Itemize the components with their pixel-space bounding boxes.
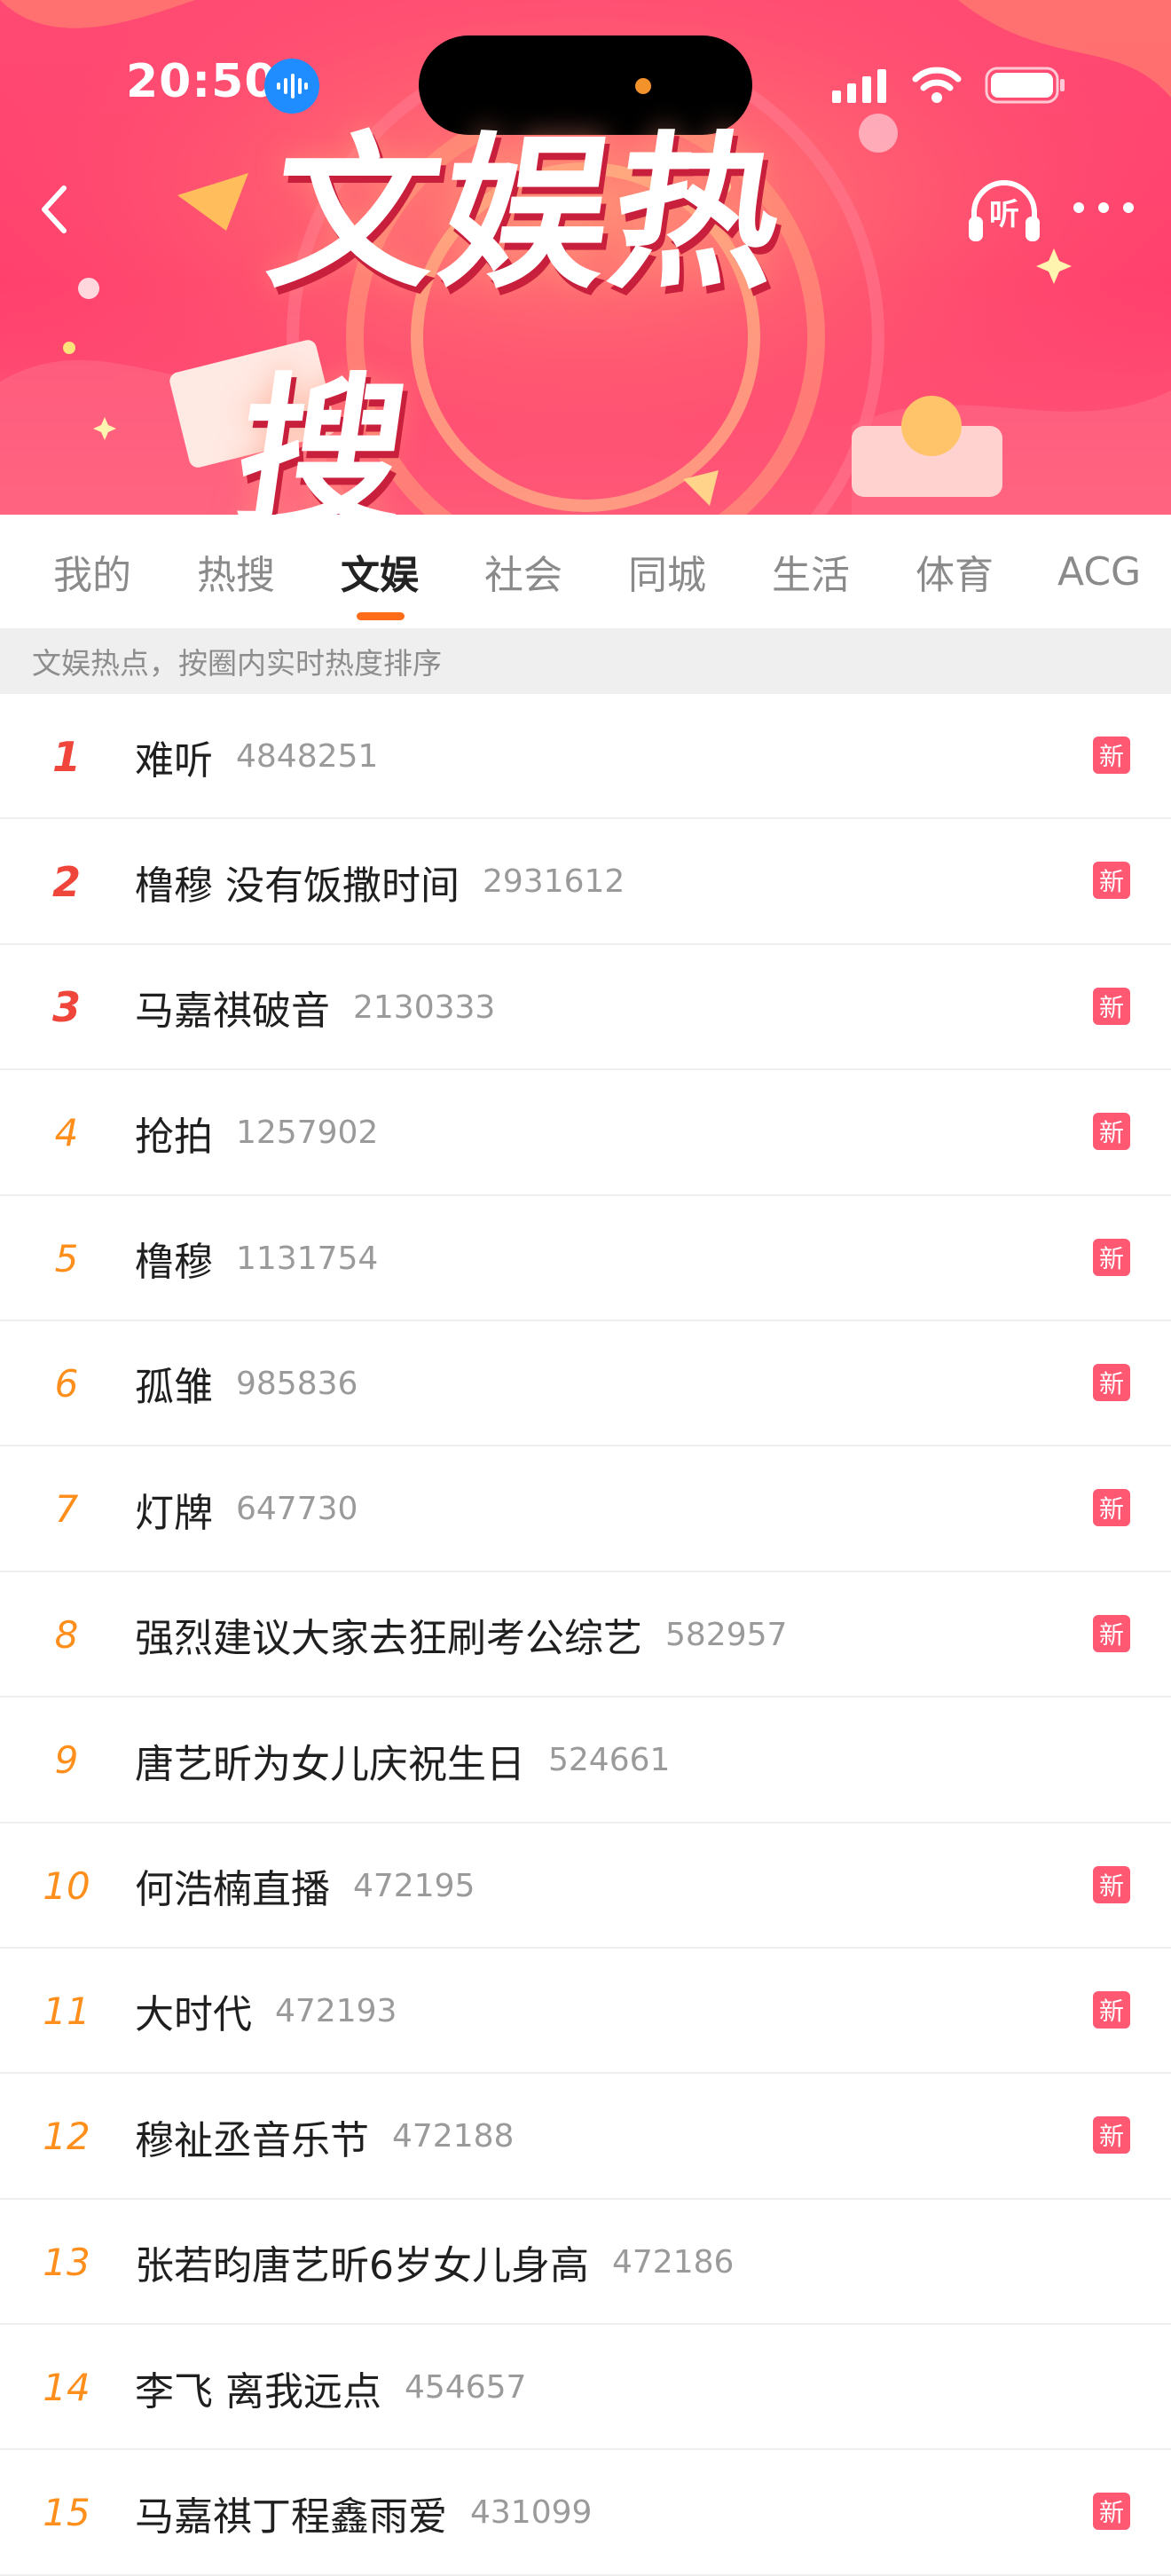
category-tabs: 我的 热搜 文娱 社会 同城 生活 体育 ACG <box>0 515 1171 628</box>
heat-count: 454657 <box>405 2369 527 2407</box>
topic-title: 马嘉祺破音 <box>135 989 330 1035</box>
more-dots-icon[interactable] <box>1070 190 1137 225</box>
heat-count: 1131754 <box>236 1240 379 1277</box>
tab-life[interactable]: 生活 <box>772 515 850 628</box>
new-badge: 新 <box>1093 737 1130 774</box>
page-title: 文娱热搜 <box>224 117 928 515</box>
new-badge: 新 <box>1093 2116 1130 2155</box>
heat-count: 1257902 <box>236 1115 379 1152</box>
heat-count: 472186 <box>612 2243 735 2281</box>
list-item[interactable]: 15 马嘉祺丁程鑫雨爱 431099 新 <box>0 2450 1171 2576</box>
rank-number: 13 <box>43 2240 90 2284</box>
new-badge: 新 <box>1093 1990 1130 2029</box>
listen-button[interactable]: 听 <box>965 176 1043 247</box>
list-item[interactable]: 10 何浩楠直播 472195 新 <box>0 1824 1171 1949</box>
list-item[interactable]: 1 难听 4848251 新 <box>0 694 1171 820</box>
topic-title: 何浩楠直播 <box>135 1867 330 1913</box>
rank-number: 14 <box>43 2366 90 2410</box>
new-badge: 新 <box>1093 1865 1130 1903</box>
list-item[interactable]: 7 灯牌 647730 新 <box>0 1446 1171 1572</box>
rank-number: 12 <box>43 2115 90 2159</box>
list-item[interactable]: 5 橹穆 1131754 新 <box>0 1196 1171 1321</box>
topic-title: 强烈建议大家去狂刷考公综艺 <box>135 1616 642 1662</box>
listen-label: 听 <box>989 196 1019 232</box>
tab-local[interactable]: 同城 <box>628 515 706 628</box>
new-badge: 新 <box>1093 1238 1130 1276</box>
chevron-left-icon[interactable] <box>20 174 90 245</box>
rank-number: 15 <box>43 2491 90 2535</box>
list-item[interactable]: 14 李飞 离我远点 454657 <box>0 2325 1171 2451</box>
new-badge: 新 <box>1093 862 1130 900</box>
header-banner: 20:50 听 <box>0 0 1171 515</box>
topic-title: 张若昀唐艺昕6岁女儿身高 <box>135 2243 589 2289</box>
hot-search-list: 1 难听 4848251 新 2 橹穆 没有饭撒时间 2931612 新 3 马嘉祺… <box>0 694 1171 2576</box>
rank-number: 7 <box>54 1487 79 1532</box>
new-badge: 新 <box>1093 2493 1130 2531</box>
topic-title: 灯牌 <box>135 1490 213 1536</box>
new-badge: 新 <box>1093 1614 1130 1652</box>
rank-number: 4 <box>54 1111 79 1155</box>
topic-title: 橹穆 没有饭撒时间 <box>135 863 460 909</box>
tab-entertainment[interactable]: 文娱 <box>341 515 419 628</box>
topic-title: 大时代 <box>135 1992 252 2038</box>
heat-count: 2931612 <box>483 863 625 901</box>
heat-count: 582957 <box>665 1616 788 1653</box>
list-item[interactable]: 3 马嘉祺破音 2130333 新 <box>0 945 1171 1071</box>
topic-title: 孤雏 <box>135 1365 213 1411</box>
new-badge: 新 <box>1093 1113 1130 1151</box>
tab-society[interactable]: 社会 <box>484 515 562 628</box>
active-tab-indicator <box>357 612 405 620</box>
list-item[interactable]: 2 橹穆 没有饭撒时间 2931612 新 <box>0 819 1171 945</box>
heat-count: 524661 <box>548 1742 671 1779</box>
list-item[interactable]: 6 孤雏 985836 新 <box>0 1321 1171 1447</box>
tab-mine[interactable]: 我的 <box>53 515 131 628</box>
list-item[interactable]: 13 张若昀唐艺昕6岁女儿身高 472186 <box>0 2200 1171 2326</box>
tab-sports[interactable]: 体育 <box>916 515 994 628</box>
topic-title: 穆祉丞音乐节 <box>135 2117 369 2163</box>
heat-count: 472188 <box>392 2118 515 2155</box>
tab-acg[interactable]: ACG <box>1057 515 1141 628</box>
heat-count: 647730 <box>236 1491 358 1528</box>
ranking-hint: 文娱热点，按圈内实时热度排序 <box>0 628 1171 694</box>
rank-number: 6 <box>54 1361 79 1406</box>
list-item[interactable]: 4 抢拍 1257902 新 <box>0 1070 1171 1196</box>
rank-number: 11 <box>43 1989 90 2033</box>
list-item[interactable]: 9 唐艺昕为女儿庆祝生日 524661 <box>0 1698 1171 1824</box>
topic-title: 马嘉祺丁程鑫雨爱 <box>135 2493 447 2540</box>
heat-count: 431099 <box>470 2494 593 2532</box>
new-badge: 新 <box>1093 1489 1130 1527</box>
list-item[interactable]: 12 穆祉丞音乐节 472188 新 <box>0 2074 1171 2200</box>
topic-title: 橹穆 <box>135 1240 213 1286</box>
topic-title: 唐艺昕为女儿庆祝生日 <box>135 1741 525 1787</box>
rank-number: 2 <box>51 857 81 906</box>
heat-count: 4848251 <box>236 738 379 775</box>
list-item[interactable]: 11 大时代 472193 新 <box>0 1949 1171 2075</box>
new-badge: 新 <box>1093 1363 1130 1401</box>
rank-number: 8 <box>54 1612 79 1657</box>
rank-number: 1 <box>51 732 81 781</box>
heat-count: 472193 <box>275 1992 397 2029</box>
list-item[interactable]: 8 强烈建议大家去狂刷考公综艺 582957 新 <box>0 1572 1171 1698</box>
rank-number: 10 <box>43 1863 90 1908</box>
status-time: 20:50 <box>126 55 278 108</box>
new-badge: 新 <box>1093 987 1130 1025</box>
tab-hot[interactable]: 热搜 <box>197 515 275 628</box>
heat-count: 2130333 <box>353 989 496 1026</box>
topic-title: 李飞 离我远点 <box>135 2368 381 2415</box>
rank-number: 3 <box>51 983 81 1032</box>
heat-count: 472195 <box>353 1867 475 1904</box>
battery-icon <box>985 67 1065 104</box>
rank-number: 9 <box>54 1738 79 1783</box>
topic-title: 抢拍 <box>135 1114 213 1160</box>
heat-count: 985836 <box>236 1365 358 1402</box>
topic-title: 难听 <box>135 737 213 784</box>
rank-number: 5 <box>54 1236 79 1280</box>
